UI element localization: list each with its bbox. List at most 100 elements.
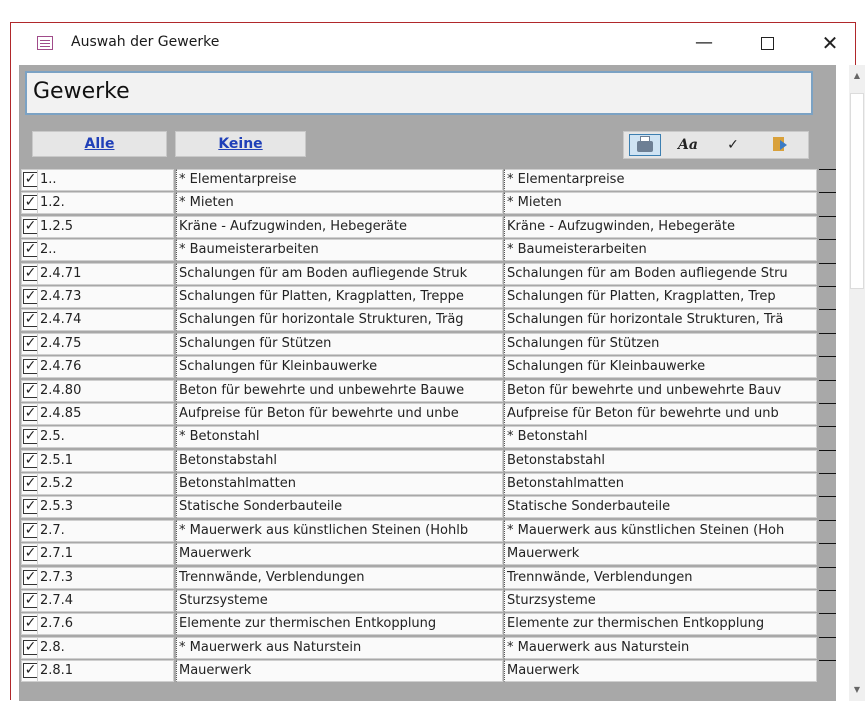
confirm-button[interactable]: ✓: [717, 134, 749, 156]
row-checkbox[interactable]: ✓: [23, 452, 37, 468]
row-bezeichnung-2[interactable]: Beton für bewehrte und unbewehrte Bauv: [504, 379, 817, 402]
row-bezeichnung-2[interactable]: * Mauerwerk aus künstlichen Steinen (Hoh: [504, 519, 817, 542]
row-code[interactable]: 2.4.76: [38, 356, 174, 379]
select-all-button[interactable]: Alle: [32, 131, 167, 157]
row-bezeichnung[interactable]: * Elementarpreise: [176, 169, 503, 191]
row-bezeichnung[interactable]: Schalungen für am Boden aufliegende Stru…: [176, 262, 503, 285]
row-bezeichnung[interactable]: * Mauerwerk aus künstlichen Steinen (Hoh…: [176, 519, 503, 542]
row-code[interactable]: 2.4.75: [38, 332, 174, 355]
row-bezeichnung-2[interactable]: * Baumeisterarbeiten: [504, 239, 817, 262]
row-checkbox[interactable]: ✓: [23, 429, 37, 445]
row-code[interactable]: 2.5.2: [38, 473, 174, 496]
minimize-button[interactable]: —: [681, 27, 727, 59]
row-bezeichnung-2[interactable]: Mauerwerk: [504, 543, 817, 566]
row-checkbox[interactable]: ✓: [23, 522, 37, 538]
row-bezeichnung[interactable]: Schalungen für Stützen: [176, 332, 503, 355]
row-checkbox[interactable]: ✓: [23, 265, 37, 281]
row-bezeichnung[interactable]: Schalungen für Platten, Kragplatten, Tre…: [176, 285, 503, 308]
row-checkbox[interactable]: ✓: [23, 569, 37, 585]
row-bezeichnung[interactable]: Kräne - Aufzugwinden, Hebegeräte: [176, 215, 503, 238]
row-checkbox[interactable]: ✓: [23, 546, 37, 562]
row-code[interactable]: 2.5.: [38, 426, 174, 449]
row-bezeichnung-2[interactable]: Schalungen für am Boden aufliegende Stru: [504, 262, 817, 285]
row-code[interactable]: 2..: [38, 239, 174, 262]
row-code[interactable]: 1.2.5: [38, 215, 174, 238]
row-code[interactable]: 1.2.: [38, 192, 174, 215]
row-checkbox[interactable]: ✓: [23, 312, 37, 328]
row-bezeichnung[interactable]: Betonstabstahl: [176, 449, 503, 472]
row-bezeichnung[interactable]: Schalungen für Kleinbauwerke: [176, 356, 503, 379]
row-bezeichnung-2[interactable]: * Elementarpreise: [504, 169, 817, 191]
row-bezeichnung[interactable]: Statische Sonderbauteile: [176, 496, 503, 519]
row-bezeichnung-2[interactable]: Sturzsysteme: [504, 590, 817, 613]
row-bezeichnung[interactable]: * Mieten: [176, 192, 503, 215]
row-checkbox[interactable]: ✓: [23, 593, 37, 609]
row-bezeichnung-2[interactable]: * Mieten: [504, 192, 817, 215]
row-code[interactable]: 2.4.85: [38, 402, 174, 425]
row-bezeichnung-2[interactable]: Schalungen für Kleinbauwerke: [504, 356, 817, 379]
row-bezeichnung[interactable]: Schalungen für horizontale Strukturen, T…: [176, 309, 503, 332]
row-code[interactable]: 2.4.80: [38, 379, 174, 402]
row-checkbox[interactable]: ✓: [23, 359, 37, 375]
row-bezeichnung[interactable]: Mauerwerk: [176, 543, 503, 566]
row-bezeichnung[interactable]: * Betonstahl: [176, 426, 503, 449]
row-bezeichnung[interactable]: * Baumeisterarbeiten: [176, 239, 503, 262]
row-checkbox[interactable]: ✓: [23, 405, 37, 421]
print-button[interactable]: [629, 134, 661, 156]
row-bezeichnung-2[interactable]: Betonstabstahl: [504, 449, 817, 472]
row-code[interactable]: 2.7.4: [38, 590, 174, 613]
scrollbar-thumb[interactable]: [850, 93, 864, 289]
row-checkbox[interactable]: ✓: [23, 195, 37, 211]
scroll-up-arrow-icon[interactable]: ▲: [849, 69, 865, 83]
row-bezeichnung-2[interactable]: Mauerwerk: [504, 660, 817, 683]
row-bezeichnung-2[interactable]: Trennwände, Verblendungen: [504, 566, 817, 589]
scroll-down-arrow-icon[interactable]: ▼: [849, 683, 865, 697]
row-bezeichnung-2[interactable]: Elemente zur thermischen Entkopplung: [504, 613, 817, 636]
font-button[interactable]: Aa: [672, 134, 704, 156]
row-bezeichnung-2[interactable]: Schalungen für Platten, Kragplatten, Tre…: [504, 285, 817, 308]
row-code[interactable]: 2.7.: [38, 519, 174, 542]
row-code[interactable]: 2.5.3: [38, 496, 174, 519]
row-bezeichnung-2[interactable]: Schalungen für Stützen: [504, 332, 817, 355]
row-bezeichnung[interactable]: Mauerwerk: [176, 660, 503, 683]
row-bezeichnung-2[interactable]: Statische Sonderbauteile: [504, 496, 817, 519]
select-none-button[interactable]: Keine: [175, 131, 306, 157]
row-checkbox[interactable]: ✓: [23, 616, 37, 632]
row-checkbox[interactable]: ✓: [23, 382, 37, 398]
row-checkbox[interactable]: ✓: [23, 639, 37, 655]
row-checkbox[interactable]: ✓: [23, 476, 37, 492]
row-bezeichnung[interactable]: Aufpreise für Beton für bewehrte und unb…: [176, 402, 503, 425]
row-checkbox[interactable]: ✓: [23, 499, 37, 515]
row-code[interactable]: 2.4.71: [38, 262, 174, 285]
row-code[interactable]: 2.7.1: [38, 543, 174, 566]
row-checkbox[interactable]: ✓: [23, 663, 37, 679]
row-code[interactable]: 1..: [38, 169, 174, 191]
maximize-button[interactable]: [744, 27, 790, 59]
row-code[interactable]: 2.5.1: [38, 449, 174, 472]
row-bezeichnung[interactable]: Sturzsysteme: [176, 590, 503, 613]
close-button[interactable]: ✕: [807, 27, 853, 59]
exit-button[interactable]: [762, 134, 794, 156]
row-bezeichnung[interactable]: Elemente zur thermischen Entkopplung: [176, 613, 503, 636]
row-bezeichnung-2[interactable]: * Betonstahl: [504, 426, 817, 449]
row-bezeichnung-2[interactable]: Kräne - Aufzugwinden, Hebegeräte: [504, 215, 817, 238]
vertical-scrollbar[interactable]: ▲ ▼: [849, 65, 865, 701]
row-code[interactable]: 2.7.6: [38, 613, 174, 636]
row-checkbox[interactable]: ✓: [23, 288, 37, 304]
row-code[interactable]: 2.8.: [38, 636, 174, 659]
row-checkbox[interactable]: ✓: [23, 218, 37, 234]
row-code[interactable]: 2.8.1: [38, 660, 174, 683]
row-code[interactable]: 2.4.74: [38, 309, 174, 332]
row-bezeichnung[interactable]: * Mauerwerk aus Naturstein: [176, 636, 503, 659]
row-code[interactable]: 2.7.3: [38, 566, 174, 589]
row-checkbox[interactable]: ✓: [23, 172, 37, 187]
row-checkbox[interactable]: ✓: [23, 335, 37, 351]
row-bezeichnung[interactable]: Betonstahlmatten: [176, 473, 503, 496]
row-bezeichnung[interactable]: Trennwände, Verblendungen: [176, 566, 503, 589]
row-checkbox[interactable]: ✓: [23, 242, 37, 258]
row-code[interactable]: 2.4.73: [38, 285, 174, 308]
row-bezeichnung-2[interactable]: Betonstahlmatten: [504, 473, 817, 496]
row-bezeichnung-2[interactable]: Aufpreise für Beton für bewehrte und unb: [504, 402, 817, 425]
row-bezeichnung-2[interactable]: * Mauerwerk aus Naturstein: [504, 636, 817, 659]
row-bezeichnung-2[interactable]: Schalungen für horizontale Strukturen, T…: [504, 309, 817, 332]
